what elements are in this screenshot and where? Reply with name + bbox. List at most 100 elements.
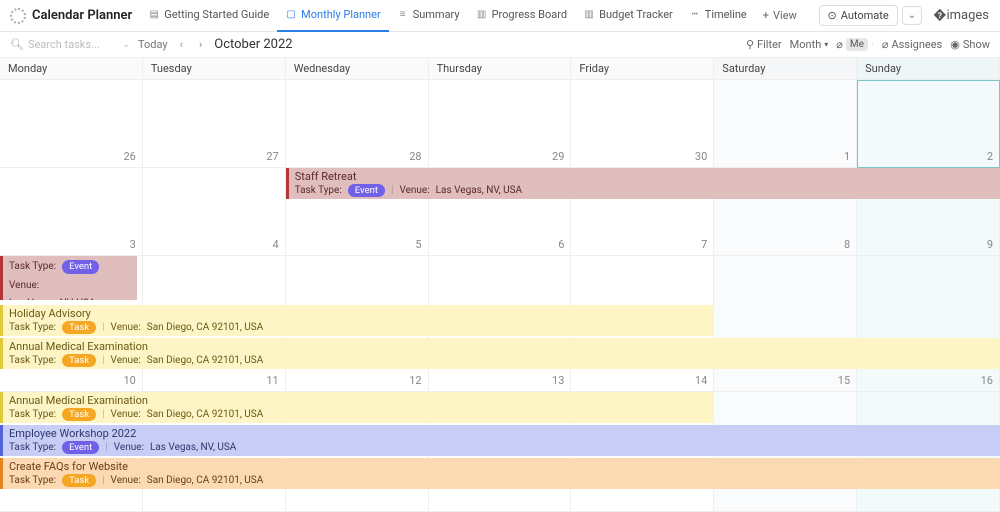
venue-label: Venue:: [111, 322, 141, 333]
timeline-icon: ┅: [689, 9, 701, 21]
tab-monthly-planner[interactable]: ▢ Monthly Planner: [277, 0, 389, 32]
event-meta: Task Type: Task | Venue: San Diego, CA 9…: [9, 474, 994, 487]
event-holiday-advisory[interactable]: Holiday Advisory Task Type: Task | Venue…: [0, 305, 714, 336]
person-icon: ⌀: [836, 38, 843, 51]
day-cell[interactable]: 3: [0, 168, 143, 256]
assignees-button[interactable]: ⌀ Assignees: [882, 38, 942, 51]
event-staff-retreat-cont[interactable]: Staff Retreat Task Type: Event Venue: La…: [0, 256, 137, 300]
venue-label: Venue:: [399, 185, 429, 196]
day-number: 2: [987, 150, 993, 163]
event-title: Staff Retreat: [9, 256, 131, 259]
day-number: 13: [552, 374, 564, 387]
day-number: 28: [409, 150, 421, 163]
day-number: 26: [123, 150, 135, 163]
day-number: 5: [415, 238, 421, 251]
people-icon: ⌀: [882, 38, 889, 51]
day-head-fri: Friday: [571, 58, 714, 79]
week-row: 10 11 12 13 14 15 16 Staff Retreat Task …: [0, 256, 1000, 392]
filter-label: Filter: [757, 38, 782, 51]
venue-label: Venue:: [111, 475, 141, 486]
chevron-down-icon: ⌄: [122, 40, 130, 50]
event-annual-medical-cont[interactable]: Annual Medical Examination Task Type: Ta…: [0, 392, 714, 423]
show-button[interactable]: ◉ Show: [950, 38, 990, 51]
day-cell[interactable]: 29: [429, 80, 572, 168]
tab-timeline[interactable]: ┅ Timeline: [681, 0, 755, 32]
automate-button[interactable]: ⊙ Automate: [819, 5, 898, 26]
tab-summary[interactable]: ≡ Summary: [389, 0, 468, 32]
search-icon: 🔍︎: [10, 38, 24, 51]
prev-month-button[interactable]: ‹: [176, 38, 187, 51]
tab-progress-board[interactable]: ▥ Progress Board: [468, 0, 576, 32]
event-title: Annual Medical Examination: [9, 394, 708, 407]
event-meta: Task Type: Task | Venue: San Diego, CA 9…: [9, 321, 708, 334]
task-type-label: Task Type:: [9, 475, 56, 486]
day-cell[interactable]: 2: [857, 80, 1000, 168]
day-cell[interactable]: 4: [143, 168, 286, 256]
task-type-label: Task Type:: [295, 185, 342, 196]
event-meta: Task Type: Event | Venue: Las Vegas, NV,…: [9, 441, 994, 454]
venue-label: Venue:: [9, 280, 39, 292]
event-title: Create FAQs for Website: [9, 460, 994, 473]
event-faq[interactable]: Create FAQs for Website Task Type: Task …: [0, 458, 1000, 489]
search-input[interactable]: 🔍︎ Search tasks... ⌄: [10, 38, 130, 51]
event-annual-medical[interactable]: Annual Medical Examination Task Type: Ta…: [0, 338, 1000, 369]
task-type-label: Task Type:: [9, 442, 56, 453]
event-venue: San Diego, CA 92101, USA: [147, 475, 263, 486]
event-workshop[interactable]: Employee Workshop 2022 Task Type: Event …: [0, 425, 1000, 456]
event-meta: Task Type: Task | Venue: San Diego, CA 9…: [9, 354, 994, 367]
me-label: Me: [846, 38, 868, 51]
event-staff-retreat[interactable]: Staff Retreat Task Type: Event | Venue: …: [286, 168, 1000, 199]
day-number: 29: [552, 150, 564, 163]
add-view-button[interactable]: + View: [755, 9, 805, 22]
tab-label: Monthly Planner: [301, 8, 381, 21]
day-cell[interactable]: 26: [0, 80, 143, 168]
day-cell[interactable]: 1: [714, 80, 857, 168]
event-venue: San Diego, CA 92101, USA: [147, 322, 263, 333]
show-label: Show: [963, 38, 990, 51]
tab-getting-started[interactable]: ▤ Getting Started Guide: [140, 0, 277, 32]
tab-label: Progress Board: [492, 8, 568, 21]
day-cell[interactable]: 27: [143, 80, 286, 168]
venue-label: Venue:: [114, 442, 144, 453]
share-button[interactable]: �images: [928, 5, 994, 26]
event-title: Staff Retreat: [295, 170, 994, 183]
automate-label: Automate: [841, 9, 889, 22]
day-cell[interactable]: 16: [857, 256, 1000, 392]
scale-dropdown[interactable]: Month ▾: [790, 38, 829, 51]
eye-icon: ◉: [950, 38, 960, 51]
day-cell[interactable]: 30: [571, 80, 714, 168]
week-row: 26 27 28 29 30 1 2: [0, 80, 1000, 168]
tab-budget-tracker[interactable]: ▥ Budget Tracker: [575, 0, 681, 32]
day-number: 7: [701, 238, 707, 251]
share-icon: �images: [933, 8, 989, 23]
add-view-label: View: [773, 9, 797, 22]
task-type-pill: Task: [62, 474, 96, 487]
filter-button[interactable]: ⚲ Filter: [746, 38, 782, 51]
day-cell[interactable]: 15: [714, 256, 857, 392]
event-meta: Task Type: Event | Venue: Las Vegas, NV,…: [295, 184, 994, 197]
robot-icon: ⊙: [828, 9, 837, 22]
board-icon: ▥: [476, 9, 488, 21]
day-number: 11: [266, 374, 278, 387]
toolbar: 🔍︎ Search tasks... ⌄ Today ‹ › October 2…: [0, 32, 1000, 58]
event-title: Annual Medical Examination: [9, 340, 994, 353]
doc-icon: ▤: [148, 9, 160, 21]
me-toggle[interactable]: ⌀ Me ·: [836, 38, 874, 51]
event-title: Employee Workshop 2022: [9, 427, 994, 440]
search-placeholder: Search tasks...: [28, 38, 100, 51]
week-row: 3 4 5 6 7 8 9 Staff Retreat Task Type: E…: [0, 168, 1000, 256]
day-cell[interactable]: 28: [286, 80, 429, 168]
task-type-pill: Task: [62, 408, 96, 421]
day-head-tue: Tuesday: [143, 58, 286, 79]
event-venue: Las Vegas, NV, USA: [150, 442, 236, 453]
list-icon: ≡: [397, 9, 409, 21]
automate-chevron[interactable]: ⌄: [902, 6, 922, 25]
next-month-button[interactable]: ›: [195, 38, 206, 51]
calendar-body: 26 27 28 29 30 1 2 3 4 5 6 7 8 9 Staff R…: [0, 80, 1000, 512]
today-button[interactable]: Today: [138, 38, 168, 51]
assignees-label: Assignees: [891, 38, 942, 51]
venue-label: Venue:: [111, 355, 141, 366]
task-type-label: Task Type:: [9, 261, 56, 273]
event-venue: San Diego, CA 92101, USA: [147, 409, 263, 420]
event-title: Holiday Advisory: [9, 307, 708, 320]
